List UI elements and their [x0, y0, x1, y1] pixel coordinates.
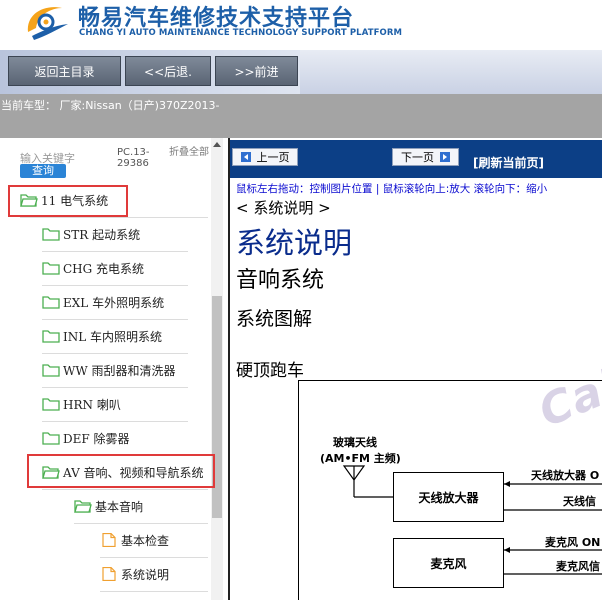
platform-subtitle: CHANG YI AUTO MAINTENANCE TECHNOLOGY SUP…: [79, 28, 403, 38]
tree-divider: [42, 455, 188, 456]
antenna-signal-label: 天线信: [563, 495, 596, 508]
tree-divider: [42, 251, 188, 252]
mic-on-label: 麦克风 ON: [545, 536, 601, 549]
forward-button[interactable]: >>前进: [215, 56, 298, 86]
antenna-amp-label: 天线放大器: [418, 490, 479, 505]
tree-item-def[interactable]: DEF 除雾器: [42, 427, 130, 449]
tree-item-av[interactable]: AV 音响、视频和导航系统: [42, 461, 204, 483]
tree-item-label: WW 雨刮器和清洗器: [63, 363, 176, 378]
tree-item-label: HRN 喇叭: [63, 397, 121, 412]
tree-item-label: EXL 车外照明系统: [63, 295, 165, 310]
tree-item-label: CHG 充电系统: [63, 261, 145, 276]
tree-item-label: 基本音响: [95, 499, 144, 514]
tree-item-system-desc[interactable]: 系统说明: [100, 563, 169, 585]
page-icon: [102, 533, 116, 547]
folder-icon: [42, 262, 60, 275]
next-page-label: 下一页: [401, 151, 434, 164]
current-vehicle-bar: 当前车型： 厂家:Nissan（日产)370Z2013-: [0, 94, 602, 138]
tree-item-basic-check[interactable]: 基本检查: [100, 529, 169, 551]
tree-divider: [42, 387, 188, 388]
tree-item-label: DEF 除雾器: [63, 431, 130, 446]
doc-breadcrumb: < 系统说明 >: [236, 199, 331, 217]
tree-item-exl[interactable]: EXL 车外照明系统: [42, 291, 164, 313]
next-page-button[interactable]: 下一页: [392, 148, 459, 166]
tree-divider: [42, 319, 188, 320]
doc-title: 系统说明: [236, 226, 353, 260]
microphone-box: 麦克风: [393, 538, 504, 588]
tree-item-electrical[interactable]: 11 电气系统: [20, 189, 108, 211]
tree-item-str[interactable]: STR 起动系统: [42, 223, 140, 245]
tree-divider: [42, 421, 188, 422]
arrow-left-icon: [240, 152, 251, 162]
page-icon: [102, 567, 116, 581]
folder-icon: [42, 330, 60, 343]
tree-divider: [20, 217, 208, 218]
microphone-label: 麦克风: [430, 556, 467, 571]
tree-item-hrn[interactable]: HRN 喇叭: [42, 393, 121, 415]
folder-icon: [42, 364, 60, 377]
search-button[interactable]: 查询: [20, 164, 66, 178]
tree-item-label: 基本检查: [121, 533, 170, 548]
current-vehicle-text: 当前车型： 厂家:Nissan（日产)370Z2013-: [1, 99, 220, 112]
tree-divider: [42, 285, 188, 286]
app-header: 畅易汽车维修技术支持平台 CHANG YI AUTO MAINTENANCE T…: [0, 0, 602, 50]
tree-divider: [74, 523, 208, 524]
back-button[interactable]: <<后退.: [125, 56, 211, 86]
tree-item-ww[interactable]: WW 雨刮器和清洗器: [42, 359, 175, 381]
tree-item-chg[interactable]: CHG 充电系统: [42, 257, 144, 279]
folder-open-icon: [42, 466, 60, 479]
tree-item-label: 系统说明: [121, 567, 170, 582]
tree-scrollbar-thumb[interactable]: [212, 296, 222, 518]
tree-item-basic-audio[interactable]: 基本音响: [74, 495, 143, 517]
folder-icon: [42, 296, 60, 309]
logo-icon: [27, 7, 68, 40]
viewer-hint-text: 鼠标左右拖动：控制图片位置 | 鼠标滚轮向上:放大 滚轮向下：缩小: [236, 183, 548, 195]
tree-divider: [42, 353, 188, 354]
tree-item-inl[interactable]: INL 车内照明系统: [42, 325, 162, 347]
doc-subsection-heading: 系统图解: [236, 308, 313, 330]
antenna-amp-box: 天线放大器: [393, 472, 504, 522]
tree-divider: [100, 557, 208, 558]
antenna-label: 玻璃天线: [333, 436, 377, 449]
collapse-all-button[interactable]: 折叠全部: [169, 147, 209, 158]
mic-signal-label: 麦克风信: [556, 560, 600, 573]
folder-icon: [42, 398, 60, 411]
mic-arrow-1: [504, 547, 510, 553]
tree-item-label: INL 车内照明系统: [63, 329, 163, 344]
prev-page-button[interactable]: 上一页: [232, 148, 298, 166]
pc-code: PC.13-29386: [117, 147, 150, 169]
tree-item-label: AV 音响、视频和导航系统: [63, 465, 204, 480]
folder-open-icon: [74, 500, 92, 513]
home-button[interactable]: 返回主目录: [8, 56, 121, 86]
folder-icon: [42, 228, 60, 241]
folder-open-icon: [20, 194, 38, 207]
amp-arrow-1: [504, 481, 510, 487]
prev-page-label: 上一页: [256, 151, 290, 164]
refresh-page-link[interactable]: [刷新当前页]: [473, 154, 544, 171]
tree-divider: [100, 591, 208, 592]
scroll-up-icon[interactable]: [213, 142, 221, 147]
doc-variant-heading: 硬顶跑车: [236, 361, 304, 381]
amp-on-signal-label: 天线放大器 O: [531, 469, 600, 482]
tree-divider: [42, 489, 208, 490]
arrow-right-icon: [440, 152, 450, 162]
folder-icon: [42, 432, 60, 445]
doc-section-heading: 音响系统: [236, 268, 325, 293]
tree-item-label: 11 电气系统: [41, 193, 109, 208]
tree-item-label: STR 起动系统: [63, 227, 141, 242]
